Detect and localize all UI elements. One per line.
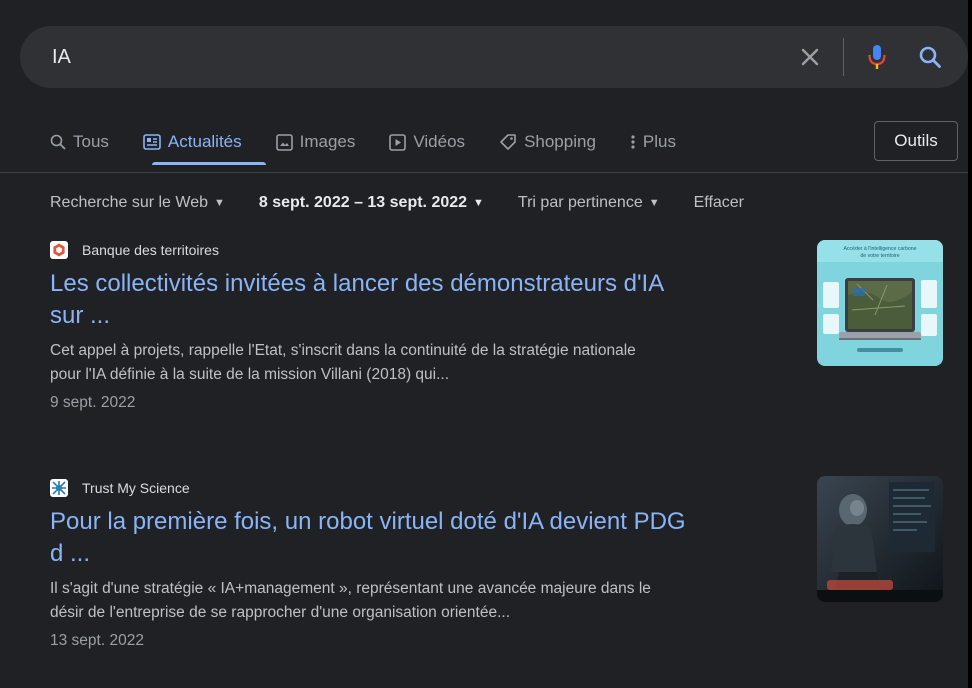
source-favicon-icon — [50, 241, 68, 259]
laptop-map-thumbnail: Accéder à l'intelligence carbone de votr… — [817, 240, 943, 366]
close-icon — [801, 48, 819, 66]
result-title-link[interactable]: Pour la première fois, un robot virtuel … — [50, 506, 790, 570]
search-submit-button[interactable] — [913, 40, 947, 74]
title-line: Les collectivités invitées à lancer des … — [50, 270, 665, 297]
filter-label: Tri par pertinence — [517, 194, 643, 211]
tab-label: Images — [299, 132, 356, 151]
clear-search-button[interactable] — [795, 42, 825, 72]
tag-icon — [499, 133, 517, 151]
tab-videos[interactable]: Vidéos — [389, 132, 465, 152]
thumb-caption: de votre territoire — [860, 253, 899, 259]
filter-label: Recherche sur le Web — [50, 194, 208, 211]
result-source[interactable]: Banque des territoires — [50, 240, 810, 260]
news-icon — [143, 134, 161, 150]
tools-button[interactable]: Outils — [874, 121, 958, 161]
active-tab-indicator — [152, 162, 266, 165]
tab-label: Tous — [73, 132, 109, 151]
snippet-line: Il s'agit d'une stratégie « IA+managemen… — [50, 580, 651, 597]
result-date: 9 sept. 2022 — [50, 394, 136, 411]
tab-plus[interactable]: Plus — [630, 132, 676, 152]
result-source[interactable]: Trust My Science — [50, 478, 810, 498]
news-result: Banque des territoires Les collectivités… — [50, 240, 810, 412]
search-divider — [843, 38, 844, 76]
tab-label: Plus — [642, 132, 676, 151]
sort-dropdown[interactable]: Tri par pertinence ▼ — [518, 194, 660, 212]
tab-images[interactable]: Images — [275, 132, 356, 152]
title-line: sur ... — [50, 302, 111, 329]
filter-label: 8 sept. 2022 – 13 sept. 2022 — [258, 194, 468, 211]
tab-shopping[interactable]: Shopping — [499, 132, 596, 152]
caret-down-icon: ▼ — [214, 197, 225, 209]
tab-actualites[interactable]: Actualités — [143, 132, 242, 152]
result-date: 13 sept. 2022 — [50, 632, 144, 649]
image-icon — [275, 133, 293, 151]
result-snippet: Il s'agit d'une stratégie « IA+managemen… — [50, 577, 800, 625]
tabs-divider — [0, 172, 968, 173]
caret-down-icon: ▼ — [648, 197, 660, 209]
title-line: Pour la première fois, un robot virtuel … — [50, 508, 686, 535]
result-thumbnail[interactable] — [817, 476, 943, 602]
tab-tous[interactable]: Tous — [50, 132, 109, 152]
web-filter-dropdown[interactable]: Recherche sur le Web ▼ — [50, 194, 225, 212]
search-icon — [50, 134, 66, 150]
result-snippet: Cet appel à projets, rappelle l'Etat, s'… — [50, 339, 800, 387]
snippet-line: désir de l'entreprise de se rapprocher d… — [50, 604, 511, 621]
search-icon — [919, 46, 941, 68]
tab-label: Shopping — [524, 132, 596, 151]
more-vert-icon — [630, 134, 636, 150]
thumb-caption: Accéder à l'intelligence carbone — [843, 246, 916, 252]
search-tabs: Tous Actualités Images Vidéos Shopping P… — [50, 130, 710, 154]
clear-filters-link[interactable]: Effacer — [694, 194, 744, 212]
date-range-dropdown[interactable]: 8 sept. 2022 – 13 sept. 2022 ▼ — [259, 194, 484, 212]
news-result: Trust My Science Pour la première fois, … — [50, 478, 810, 650]
result-title-link[interactable]: Les collectivités invitées à lancer des … — [50, 268, 790, 332]
voice-search-button[interactable] — [862, 40, 892, 74]
snippet-line: Cet appel à projets, rappelle l'Etat, s'… — [50, 342, 636, 359]
filter-bar: Recherche sur le Web ▼ 8 sept. 2022 – 13… — [50, 192, 744, 214]
robot-thumbnail — [817, 476, 943, 602]
tab-label: Actualités — [167, 132, 242, 151]
result-thumbnail[interactable]: Accéder à l'intelligence carbone de votr… — [817, 240, 943, 366]
snippet-line: pour l'IA définie à la suite de la missi… — [50, 366, 450, 383]
source-name: Banque des territoires — [82, 242, 219, 258]
source-name: Trust My Science — [82, 480, 190, 496]
microphone-icon — [868, 45, 886, 69]
search-input[interactable]: IA — [52, 46, 71, 69]
search-results-page: IA Tous Actualités Images Vidéos Shoppin… — [0, 0, 968, 688]
source-favicon-icon — [50, 479, 68, 497]
caret-down-icon: ▼ — [473, 197, 484, 209]
title-line: d ... — [50, 540, 91, 567]
search-bar[interactable]: IA — [20, 26, 968, 88]
tab-label: Vidéos — [413, 132, 466, 151]
video-icon — [389, 133, 407, 151]
